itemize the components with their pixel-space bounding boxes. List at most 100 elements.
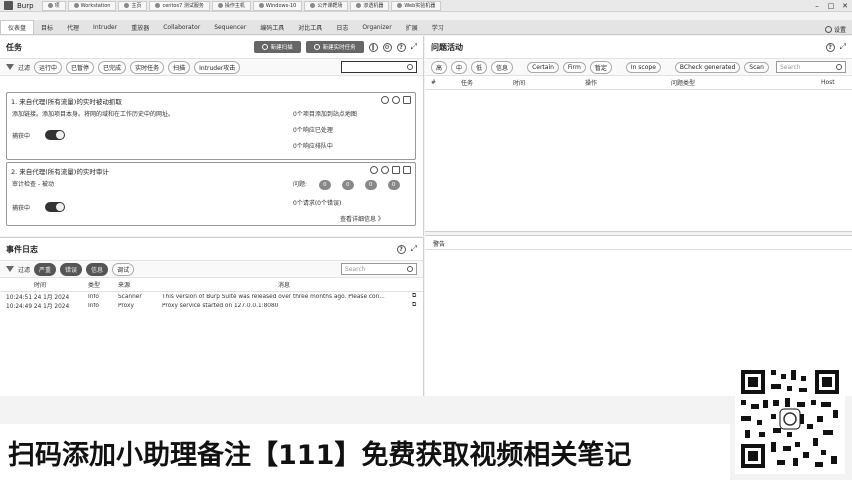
- gear-icon[interactable]: ⚙: [382, 42, 392, 52]
- filter-chip-critical[interactable]: 严重: [34, 262, 57, 276]
- task-title: 1. 来自代理(所有流量)的实时被动抓取: [11, 98, 122, 106]
- column-header[interactable]: 问题类型: [665, 78, 815, 87]
- window-tab[interactable]: 公开课靶场: [304, 0, 349, 11]
- filter-chip-live-tasks[interactable]: 实时任务: [130, 60, 165, 74]
- window-tab[interactable]: Windows-10: [252, 0, 303, 11]
- filter-chip-error[interactable]: 错误: [60, 262, 83, 276]
- settings-button[interactable]: 设置: [824, 25, 852, 34]
- tab-advisory[interactable]: 警告: [425, 239, 453, 248]
- open-external-icon[interactable]: ⧉: [406, 293, 420, 300]
- column-header[interactable]: #: [425, 79, 455, 86]
- tasks-header: 任务 新建扫描 新建实时任务 ‖ ⚙ ? ⤢: [0, 36, 423, 58]
- task-card-passive-crawl[interactable]: 1. 来自代理(所有流量)的实时被动抓取 添加链接。添加项目本身。将网的域和在工…: [6, 92, 416, 160]
- filter-chip-finished[interactable]: 已完成: [98, 60, 127, 74]
- main-tab-bar: 仪表盘 目标 代理 Intruder 重放器 Collaborator Sequ…: [0, 20, 852, 35]
- minimize-icon[interactable]: –: [810, 2, 824, 10]
- window-tab[interactable]: 主页: [118, 0, 148, 11]
- table-row[interactable]: 10:24:51 24 1月 2024 Info Scanner This ve…: [0, 292, 423, 301]
- filter-chip-scan[interactable]: Scan: [744, 61, 769, 73]
- pause-icon[interactable]: [370, 166, 378, 174]
- column-header[interactable]: 类型: [82, 280, 112, 289]
- filter-chip-debug[interactable]: 调试: [112, 262, 135, 276]
- gear-icon[interactable]: [381, 166, 389, 174]
- column-header[interactable]: 消息: [156, 280, 406, 289]
- tab-target[interactable]: 目标: [34, 20, 60, 34]
- filter-chip-low[interactable]: 低: [471, 60, 488, 74]
- tab-logger[interactable]: 日志: [329, 20, 355, 34]
- popout-icon[interactable]: ⤢: [840, 42, 846, 52]
- help-icon[interactable]: ?: [396, 42, 406, 52]
- column-header[interactable]: 操作: [579, 78, 665, 87]
- tab-repeater[interactable]: 重放器: [124, 20, 156, 34]
- filter-chip-tentative[interactable]: 暂定: [589, 60, 612, 74]
- trash-icon[interactable]: [403, 96, 411, 104]
- window-tab[interactable]: centos7 测试服务: [149, 0, 210, 11]
- gear-icon[interactable]: [392, 96, 400, 104]
- column-header[interactable]: 时间: [507, 78, 579, 87]
- tab-comparer[interactable]: 对比工具: [291, 20, 329, 34]
- event-log-panel: 事件日志 ? ⤢ 过滤 严重 错误 信息 调试 Search 时间 类型 来源 …: [0, 237, 424, 396]
- filter-chip-intruder-attacks[interactable]: Intruder攻击: [194, 60, 241, 74]
- severity-high-count[interactable]: 0: [318, 180, 331, 190]
- window-tab[interactable]: 项: [41, 0, 66, 11]
- severity-low-count[interactable]: 0: [364, 180, 377, 190]
- filter-chip-info[interactable]: 信息: [86, 262, 109, 276]
- filter-chip-medium[interactable]: 中: [451, 60, 468, 74]
- window-tab[interactable]: 渗透机器: [350, 0, 390, 11]
- filter-chip-certain[interactable]: Certain: [527, 61, 559, 73]
- popout-icon[interactable]: ⤢: [411, 42, 417, 52]
- log-time: 10:24:51 24 1月 2024: [6, 295, 70, 301]
- filter-chip-info[interactable]: 信息: [491, 60, 514, 74]
- filter-chip-running[interactable]: 运行中: [34, 60, 63, 74]
- help-icon[interactable]: ?: [825, 42, 835, 52]
- tab-intruder[interactable]: Intruder: [86, 20, 124, 34]
- trash-icon[interactable]: [392, 166, 400, 174]
- filter-chip-firm[interactable]: Firm: [562, 61, 586, 73]
- tab-extensions[interactable]: 扩展: [399, 20, 425, 34]
- tab-dashboard[interactable]: 仪表盘: [0, 20, 35, 34]
- tab-sequencer[interactable]: Sequencer: [207, 20, 253, 34]
- capture-toggle[interactable]: [45, 130, 65, 140]
- filter-chip-bcheck[interactable]: BCheck generated: [674, 61, 741, 73]
- tab-collaborator[interactable]: Collaborator: [156, 20, 207, 34]
- help-icon[interactable]: ?: [396, 244, 406, 254]
- open-external-icon[interactable]: ⧉: [406, 302, 420, 309]
- severity-medium-count[interactable]: 0: [341, 180, 354, 190]
- column-header[interactable]: 任务: [455, 78, 507, 87]
- filter-chip-scans[interactable]: 扫描: [168, 60, 191, 74]
- window-tab[interactable]: Workstation: [67, 0, 117, 11]
- eventlog-search-input[interactable]: Search: [341, 263, 417, 275]
- filter-label: 过滤: [18, 266, 31, 274]
- tab-decoder[interactable]: 编码工具: [253, 20, 291, 34]
- pause-icon[interactable]: ‖: [368, 42, 378, 52]
- window-tab[interactable]: Web实验机器: [391, 0, 442, 11]
- column-header[interactable]: 时间: [0, 280, 82, 289]
- task-card-live-audit[interactable]: 2. 来自代理(所有流量)的实时审计 审计检查 - 被动 捕获中 问题: 0 0…: [6, 162, 416, 226]
- window-tab[interactable]: 操作主机: [211, 0, 251, 11]
- tab-icon: [73, 3, 79, 8]
- issues-search-input[interactable]: Search: [776, 61, 846, 73]
- table-row[interactable]: 10:24:49 24 1月 2024 Info Proxy Proxy ser…: [0, 301, 423, 310]
- split-divider[interactable]: [425, 231, 852, 236]
- pause-icon[interactable]: [381, 96, 389, 104]
- new-live-task-button[interactable]: 新建实时任务: [305, 41, 364, 53]
- capture-toggle[interactable]: [45, 202, 65, 212]
- popout-icon[interactable]: [403, 166, 411, 174]
- maximize-icon[interactable]: □: [824, 2, 838, 10]
- severity-info-count[interactable]: 0: [387, 180, 400, 190]
- view-details-link[interactable]: 查看详细信息 》: [340, 214, 384, 223]
- close-icon[interactable]: ✕: [838, 2, 852, 10]
- tab-proxy[interactable]: 代理: [60, 20, 86, 34]
- new-scan-button[interactable]: 新建扫描: [253, 41, 301, 53]
- tasks-search-input[interactable]: [341, 61, 417, 73]
- filter-chip-high[interactable]: 高: [431, 60, 448, 74]
- filter-icon: [6, 64, 14, 70]
- tab-learn[interactable]: 学习: [425, 20, 451, 34]
- tab-organizer[interactable]: Organizer: [355, 20, 398, 34]
- column-header[interactable]: Host: [815, 79, 845, 86]
- column-header[interactable]: 来源: [112, 280, 156, 289]
- task-requests: 0个请求(0个错误): [293, 200, 342, 207]
- popout-icon[interactable]: ⤢: [411, 244, 417, 254]
- filter-chip-paused[interactable]: 已暂停: [66, 60, 95, 74]
- filter-chip-in-scope[interactable]: In scope: [625, 61, 661, 73]
